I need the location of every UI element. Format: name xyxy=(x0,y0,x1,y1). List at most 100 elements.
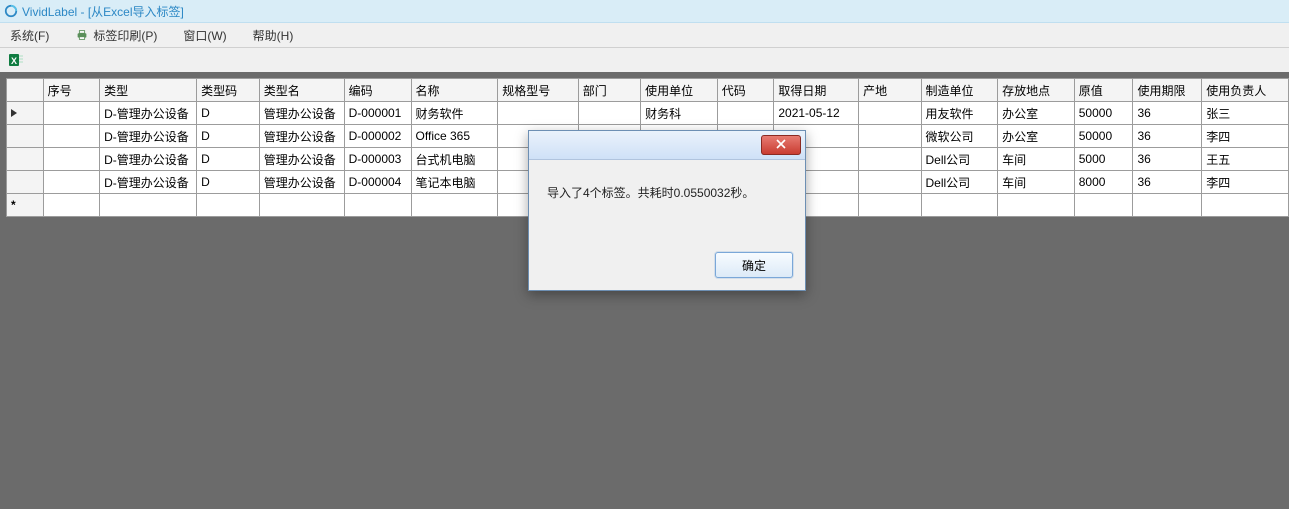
cell-typecode[interactable]: D xyxy=(197,125,260,148)
cell-spec[interactable] xyxy=(498,102,579,125)
cell-code[interactable] xyxy=(344,194,411,217)
cell-period[interactable]: 36 xyxy=(1133,148,1202,171)
cell-typename[interactable] xyxy=(259,194,344,217)
row-header[interactable] xyxy=(7,102,44,125)
cell-store[interactable] xyxy=(998,194,1075,217)
col-period[interactable]: 使用期限 xyxy=(1133,79,1202,102)
cell-owner[interactable] xyxy=(1202,194,1289,217)
col-code[interactable]: 编码 xyxy=(344,79,411,102)
cell-type[interactable]: D-管理办公设备 xyxy=(100,102,197,125)
cell-seq[interactable] xyxy=(43,194,100,217)
cell-mfr[interactable] xyxy=(921,194,998,217)
cell-code[interactable]: D-000004 xyxy=(344,171,411,194)
col-typename-label: 类型名 xyxy=(264,84,300,98)
cell-price[interactable]: 50000 xyxy=(1074,125,1133,148)
cell-name[interactable]: Office 365 xyxy=(411,125,498,148)
cell-dept[interactable] xyxy=(578,102,640,125)
col-sym-label: 代码 xyxy=(722,84,746,98)
cell-origin[interactable] xyxy=(859,125,921,148)
menu-print[interactable]: 标签印刷(P) xyxy=(65,23,167,47)
cell-code[interactable]: D-000001 xyxy=(344,102,411,125)
cell-store[interactable]: 车间 xyxy=(998,171,1075,194)
col-mfr[interactable]: 制造单位 xyxy=(921,79,998,102)
col-type[interactable]: 类型 xyxy=(100,79,197,102)
menu-window-label: 窗口(W) xyxy=(183,27,226,44)
cell-date[interactable]: 2021-05-12 xyxy=(774,102,859,125)
col-seq[interactable]: 序号 xyxy=(43,79,100,102)
row-header[interactable]: * xyxy=(7,194,44,217)
cell-name[interactable]: 台式机电脑 xyxy=(411,148,498,171)
cell-code[interactable]: D-000003 xyxy=(344,148,411,171)
col-date[interactable]: 取得日期 xyxy=(774,79,859,102)
col-unit[interactable]: 使用单位 xyxy=(641,79,718,102)
row-header[interactable] xyxy=(7,171,44,194)
col-typecode[interactable]: 类型码 xyxy=(197,79,260,102)
cell-origin[interactable] xyxy=(859,102,921,125)
cell-code[interactable]: D-000002 xyxy=(344,125,411,148)
row-header[interactable] xyxy=(7,148,44,171)
cell-origin[interactable] xyxy=(859,171,921,194)
col-dept[interactable]: 部门 xyxy=(578,79,640,102)
menu-window[interactable]: 窗口(W) xyxy=(173,23,236,47)
cell-type[interactable]: D-管理办公设备 xyxy=(100,171,197,194)
cell-price[interactable] xyxy=(1074,194,1133,217)
row-header-corner[interactable] xyxy=(7,79,44,102)
menu-help[interactable]: 帮助(H) xyxy=(243,23,304,47)
cell-name[interactable] xyxy=(411,194,498,217)
cell-store[interactable]: 办公室 xyxy=(998,102,1075,125)
dialog-titlebar[interactable] xyxy=(529,131,805,160)
cell-mfr[interactable]: 用友软件 xyxy=(921,102,998,125)
excel-import-button[interactable]: X xyxy=(4,49,28,71)
col-owner[interactable]: 使用负责人 xyxy=(1202,79,1289,102)
dialog-close-button[interactable] xyxy=(761,135,801,155)
cell-store[interactable]: 办公室 xyxy=(998,125,1075,148)
cell-typecode[interactable]: D xyxy=(197,102,260,125)
cell-typecode[interactable] xyxy=(197,194,260,217)
cell-typename[interactable]: 管理办公设备 xyxy=(259,148,344,171)
cell-price[interactable]: 8000 xyxy=(1074,171,1133,194)
cell-typecode[interactable]: D xyxy=(197,171,260,194)
col-store[interactable]: 存放地点 xyxy=(998,79,1075,102)
cell-seq[interactable] xyxy=(43,102,100,125)
cell-typecode[interactable]: D xyxy=(197,148,260,171)
col-spec[interactable]: 规格型号 xyxy=(498,79,579,102)
cell-owner[interactable]: 王五 xyxy=(1202,148,1289,171)
cell-unit[interactable]: 财务科 xyxy=(641,102,718,125)
cell-store[interactable]: 车间 xyxy=(998,148,1075,171)
cell-mfr[interactable]: Dell公司 xyxy=(921,171,998,194)
cell-owner[interactable]: 李四 xyxy=(1202,171,1289,194)
cell-typename[interactable]: 管理办公设备 xyxy=(259,125,344,148)
cell-typename[interactable]: 管理办公设备 xyxy=(259,171,344,194)
col-typename[interactable]: 类型名 xyxy=(259,79,344,102)
cell-type[interactable]: D-管理办公设备 xyxy=(100,125,197,148)
cell-origin[interactable] xyxy=(859,148,921,171)
col-origin[interactable]: 产地 xyxy=(859,79,921,102)
col-price[interactable]: 原值 xyxy=(1074,79,1133,102)
cell-seq[interactable] xyxy=(43,125,100,148)
cell-owner[interactable]: 张三 xyxy=(1202,102,1289,125)
cell-period[interactable]: 36 xyxy=(1133,125,1202,148)
cell-seq[interactable] xyxy=(43,148,100,171)
cell-origin[interactable] xyxy=(859,194,921,217)
col-name[interactable]: 名称 xyxy=(411,79,498,102)
cell-period[interactable]: 36 xyxy=(1133,171,1202,194)
cell-period[interactable]: 36 xyxy=(1133,102,1202,125)
cell-period[interactable] xyxy=(1133,194,1202,217)
cell-mfr[interactable]: 微软公司 xyxy=(921,125,998,148)
cell-name[interactable]: 财务软件 xyxy=(411,102,498,125)
cell-owner[interactable]: 李四 xyxy=(1202,125,1289,148)
cell-sym[interactable] xyxy=(717,102,774,125)
col-sym[interactable]: 代码 xyxy=(717,79,774,102)
cell-name[interactable]: 笔记本电脑 xyxy=(411,171,498,194)
row-header[interactable] xyxy=(7,125,44,148)
cell-mfr[interactable]: Dell公司 xyxy=(921,148,998,171)
table-row[interactable]: D-管理办公设备D管理办公设备D-000001财务软件 财务科 2021-05-12… xyxy=(7,102,1289,125)
menu-system[interactable]: 系统(F) xyxy=(0,23,59,47)
cell-price[interactable]: 5000 xyxy=(1074,148,1133,171)
cell-typename[interactable]: 管理办公设备 xyxy=(259,102,344,125)
dialog-ok-button[interactable]: 确定 xyxy=(715,252,793,278)
cell-price[interactable]: 50000 xyxy=(1074,102,1133,125)
cell-type[interactable] xyxy=(100,194,197,217)
cell-seq[interactable] xyxy=(43,171,100,194)
cell-type[interactable]: D-管理办公设备 xyxy=(100,148,197,171)
